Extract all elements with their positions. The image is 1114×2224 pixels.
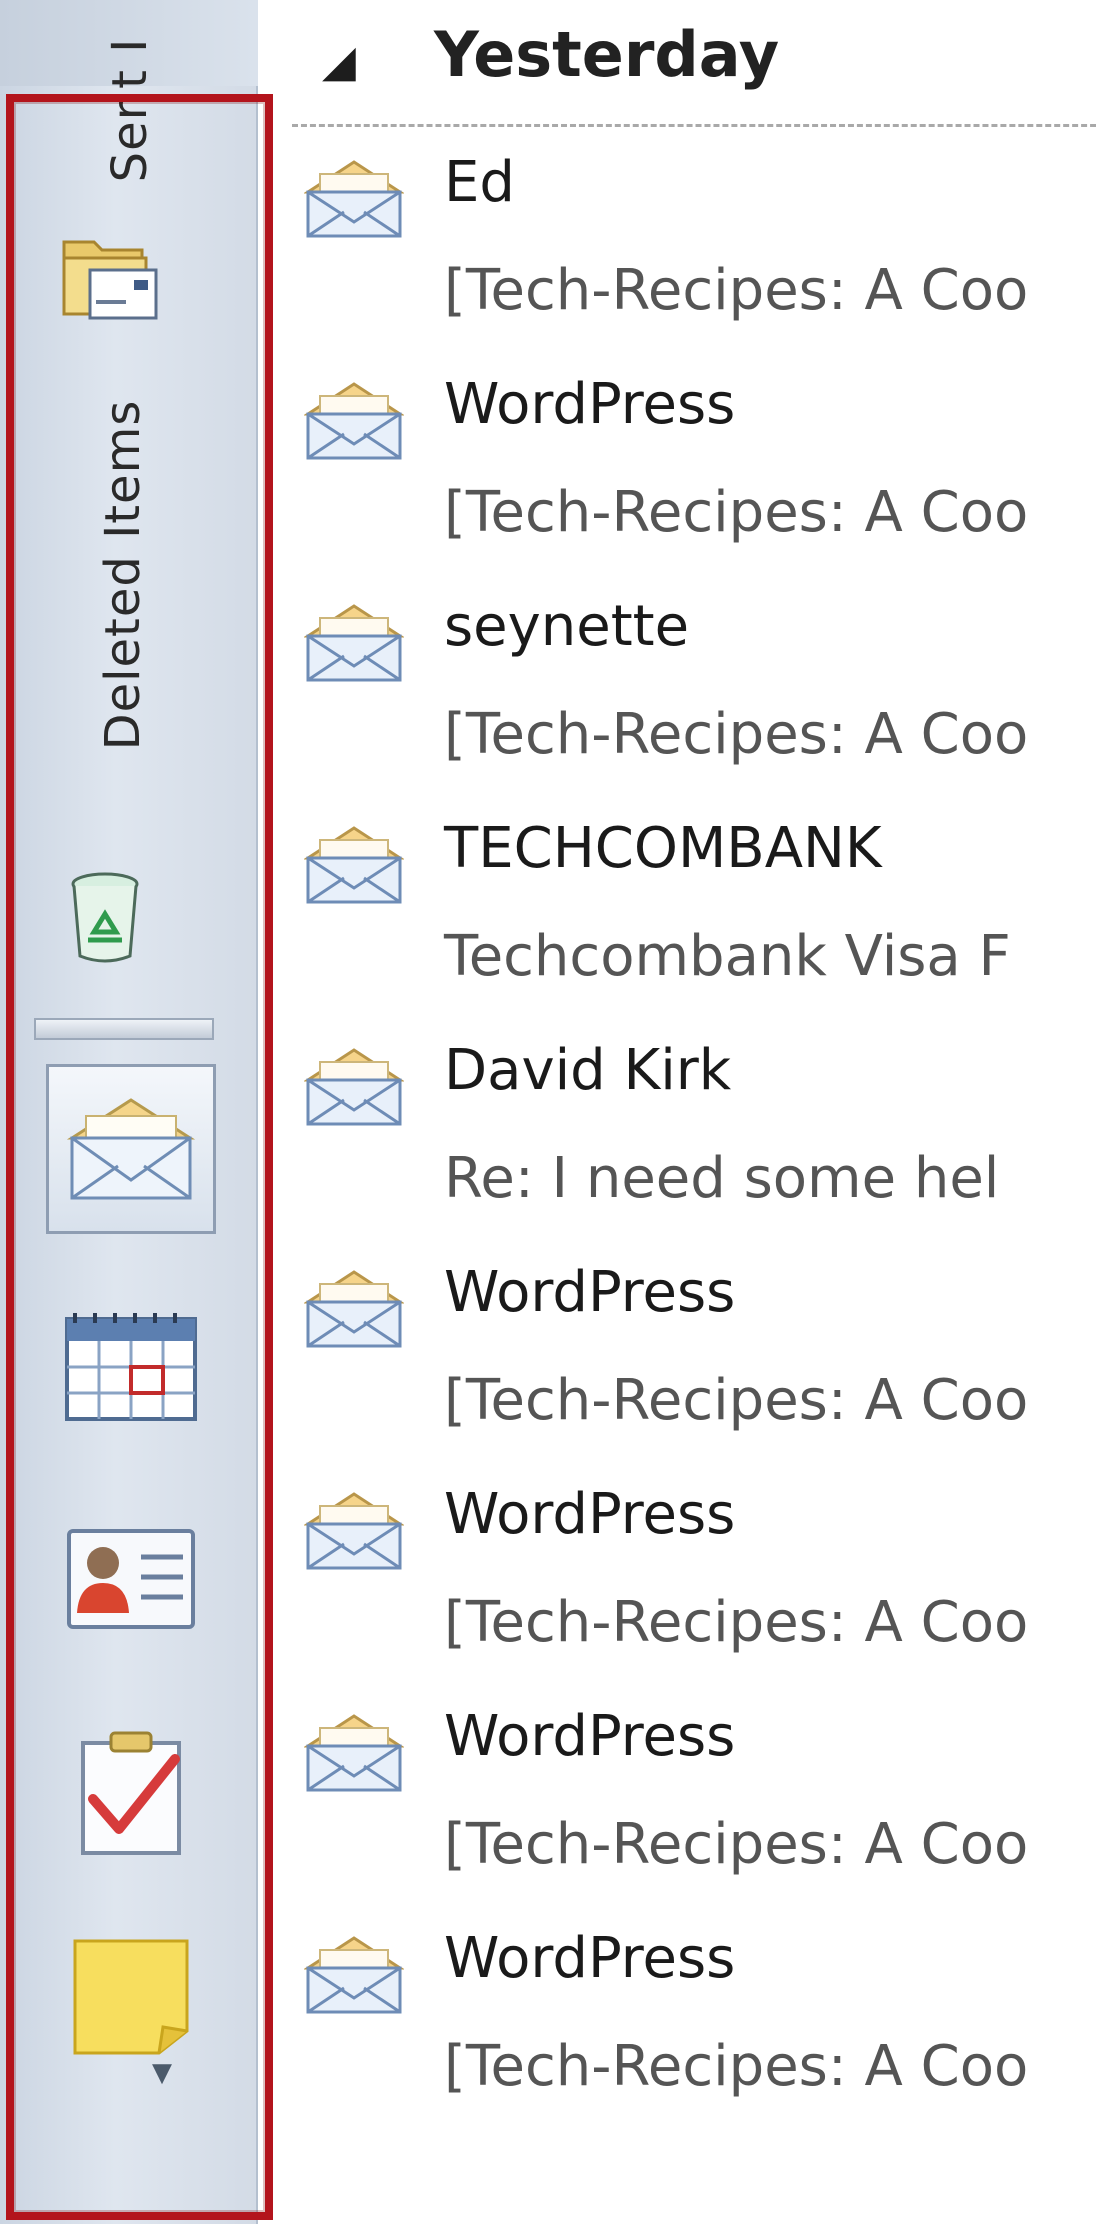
envelope-open-icon	[304, 382, 404, 460]
envelope-open-icon	[304, 160, 404, 238]
message-row[interactable]: TECHCOMBANK Techcombank Visa F	[290, 806, 1096, 1028]
message-subject: [Tech-Recipes: A Coo	[444, 702, 1029, 767]
group-collapse-icon[interactable]: ◢	[322, 36, 356, 87]
message-subject: [Tech-Recipes: A Coo	[444, 258, 1029, 323]
configure-buttons-chevron-icon[interactable]: ▼	[152, 2058, 172, 2088]
message-sender: WordPress	[444, 372, 736, 437]
folder-deleted-items[interactable]: Deleted Items	[93, 340, 153, 810]
message-sender: Ed	[444, 150, 515, 215]
message-sender: TECHCOMBANK	[444, 816, 882, 881]
message-subject: [Tech-Recipes: A Coo	[444, 2034, 1029, 2099]
message-row[interactable]: WordPress [Tech-Recipes: A Coo	[290, 1250, 1096, 1472]
nav-button-calendar[interactable]	[46, 1282, 216, 1452]
envelope-open-icon	[304, 1714, 404, 1792]
message-row[interactable]: WordPress [Tech-Recipes: A Coo	[290, 362, 1096, 584]
mail-icon	[66, 1098, 196, 1200]
nav-button-notes[interactable]	[46, 1912, 216, 2082]
navigation-pane: Sent I Deleted Items ▼	[0, 0, 258, 2224]
message-sender: WordPress	[444, 1704, 736, 1769]
nav-pane-splitter[interactable]	[34, 1018, 214, 1040]
message-row[interactable]: David Kirk Re: I need some hel	[290, 1028, 1096, 1250]
message-sender: seynette	[444, 594, 690, 659]
message-row[interactable]: seynette [Tech-Recipes: A Coo	[290, 584, 1096, 806]
envelope-open-icon	[304, 1270, 404, 1348]
message-sender: WordPress	[444, 1260, 736, 1325]
envelope-open-icon	[304, 1936, 404, 2014]
message-sender: WordPress	[444, 1482, 736, 1547]
calendar-icon	[65, 1313, 197, 1421]
message-subject: Techcombank Visa F	[444, 924, 1011, 989]
message-subject: [Tech-Recipes: A Coo	[444, 480, 1029, 545]
message-subject: Re: I need some hel	[444, 1146, 1000, 1211]
contacts-icon	[67, 1529, 195, 1629]
message-sender: David Kirk	[444, 1038, 732, 1103]
nav-button-tasks[interactable]	[46, 1708, 216, 1878]
envelope-open-icon	[304, 1048, 404, 1126]
message-subject: [Tech-Recipes: A Coo	[444, 1590, 1029, 1655]
tasks-icon	[81, 1731, 181, 1855]
folder-sent-items-label: Sent I	[102, 37, 158, 183]
folder-deleted-items-label: Deleted Items	[95, 399, 151, 751]
recycle-bin-icon	[71, 872, 139, 963]
message-row[interactable]: WordPress [Tech-Recipes: A Coo	[290, 1916, 1096, 2138]
notes-icon	[73, 1939, 189, 2055]
nav-button-contacts[interactable]	[46, 1494, 216, 1664]
envelope-open-icon	[304, 604, 404, 682]
envelope-open-icon	[304, 826, 404, 904]
message-row[interactable]: Ed [Tech-Recipes: A Coo	[290, 140, 1096, 362]
envelope-open-icon	[304, 1492, 404, 1570]
group-divider	[292, 124, 1096, 127]
message-subject: [Tech-Recipes: A Coo	[444, 1812, 1029, 1877]
group-header-label[interactable]: Yesterday	[434, 18, 779, 91]
message-sender: WordPress	[444, 1926, 736, 1991]
message-row[interactable]: WordPress [Tech-Recipes: A Coo	[290, 1694, 1096, 1916]
message-subject: [Tech-Recipes: A Coo	[444, 1368, 1029, 1433]
nav-button-mail[interactable]	[46, 1064, 216, 1234]
sent-items-folder-icon	[62, 240, 158, 320]
message-row[interactable]: WordPress [Tech-Recipes: A Coo	[290, 1472, 1096, 1694]
